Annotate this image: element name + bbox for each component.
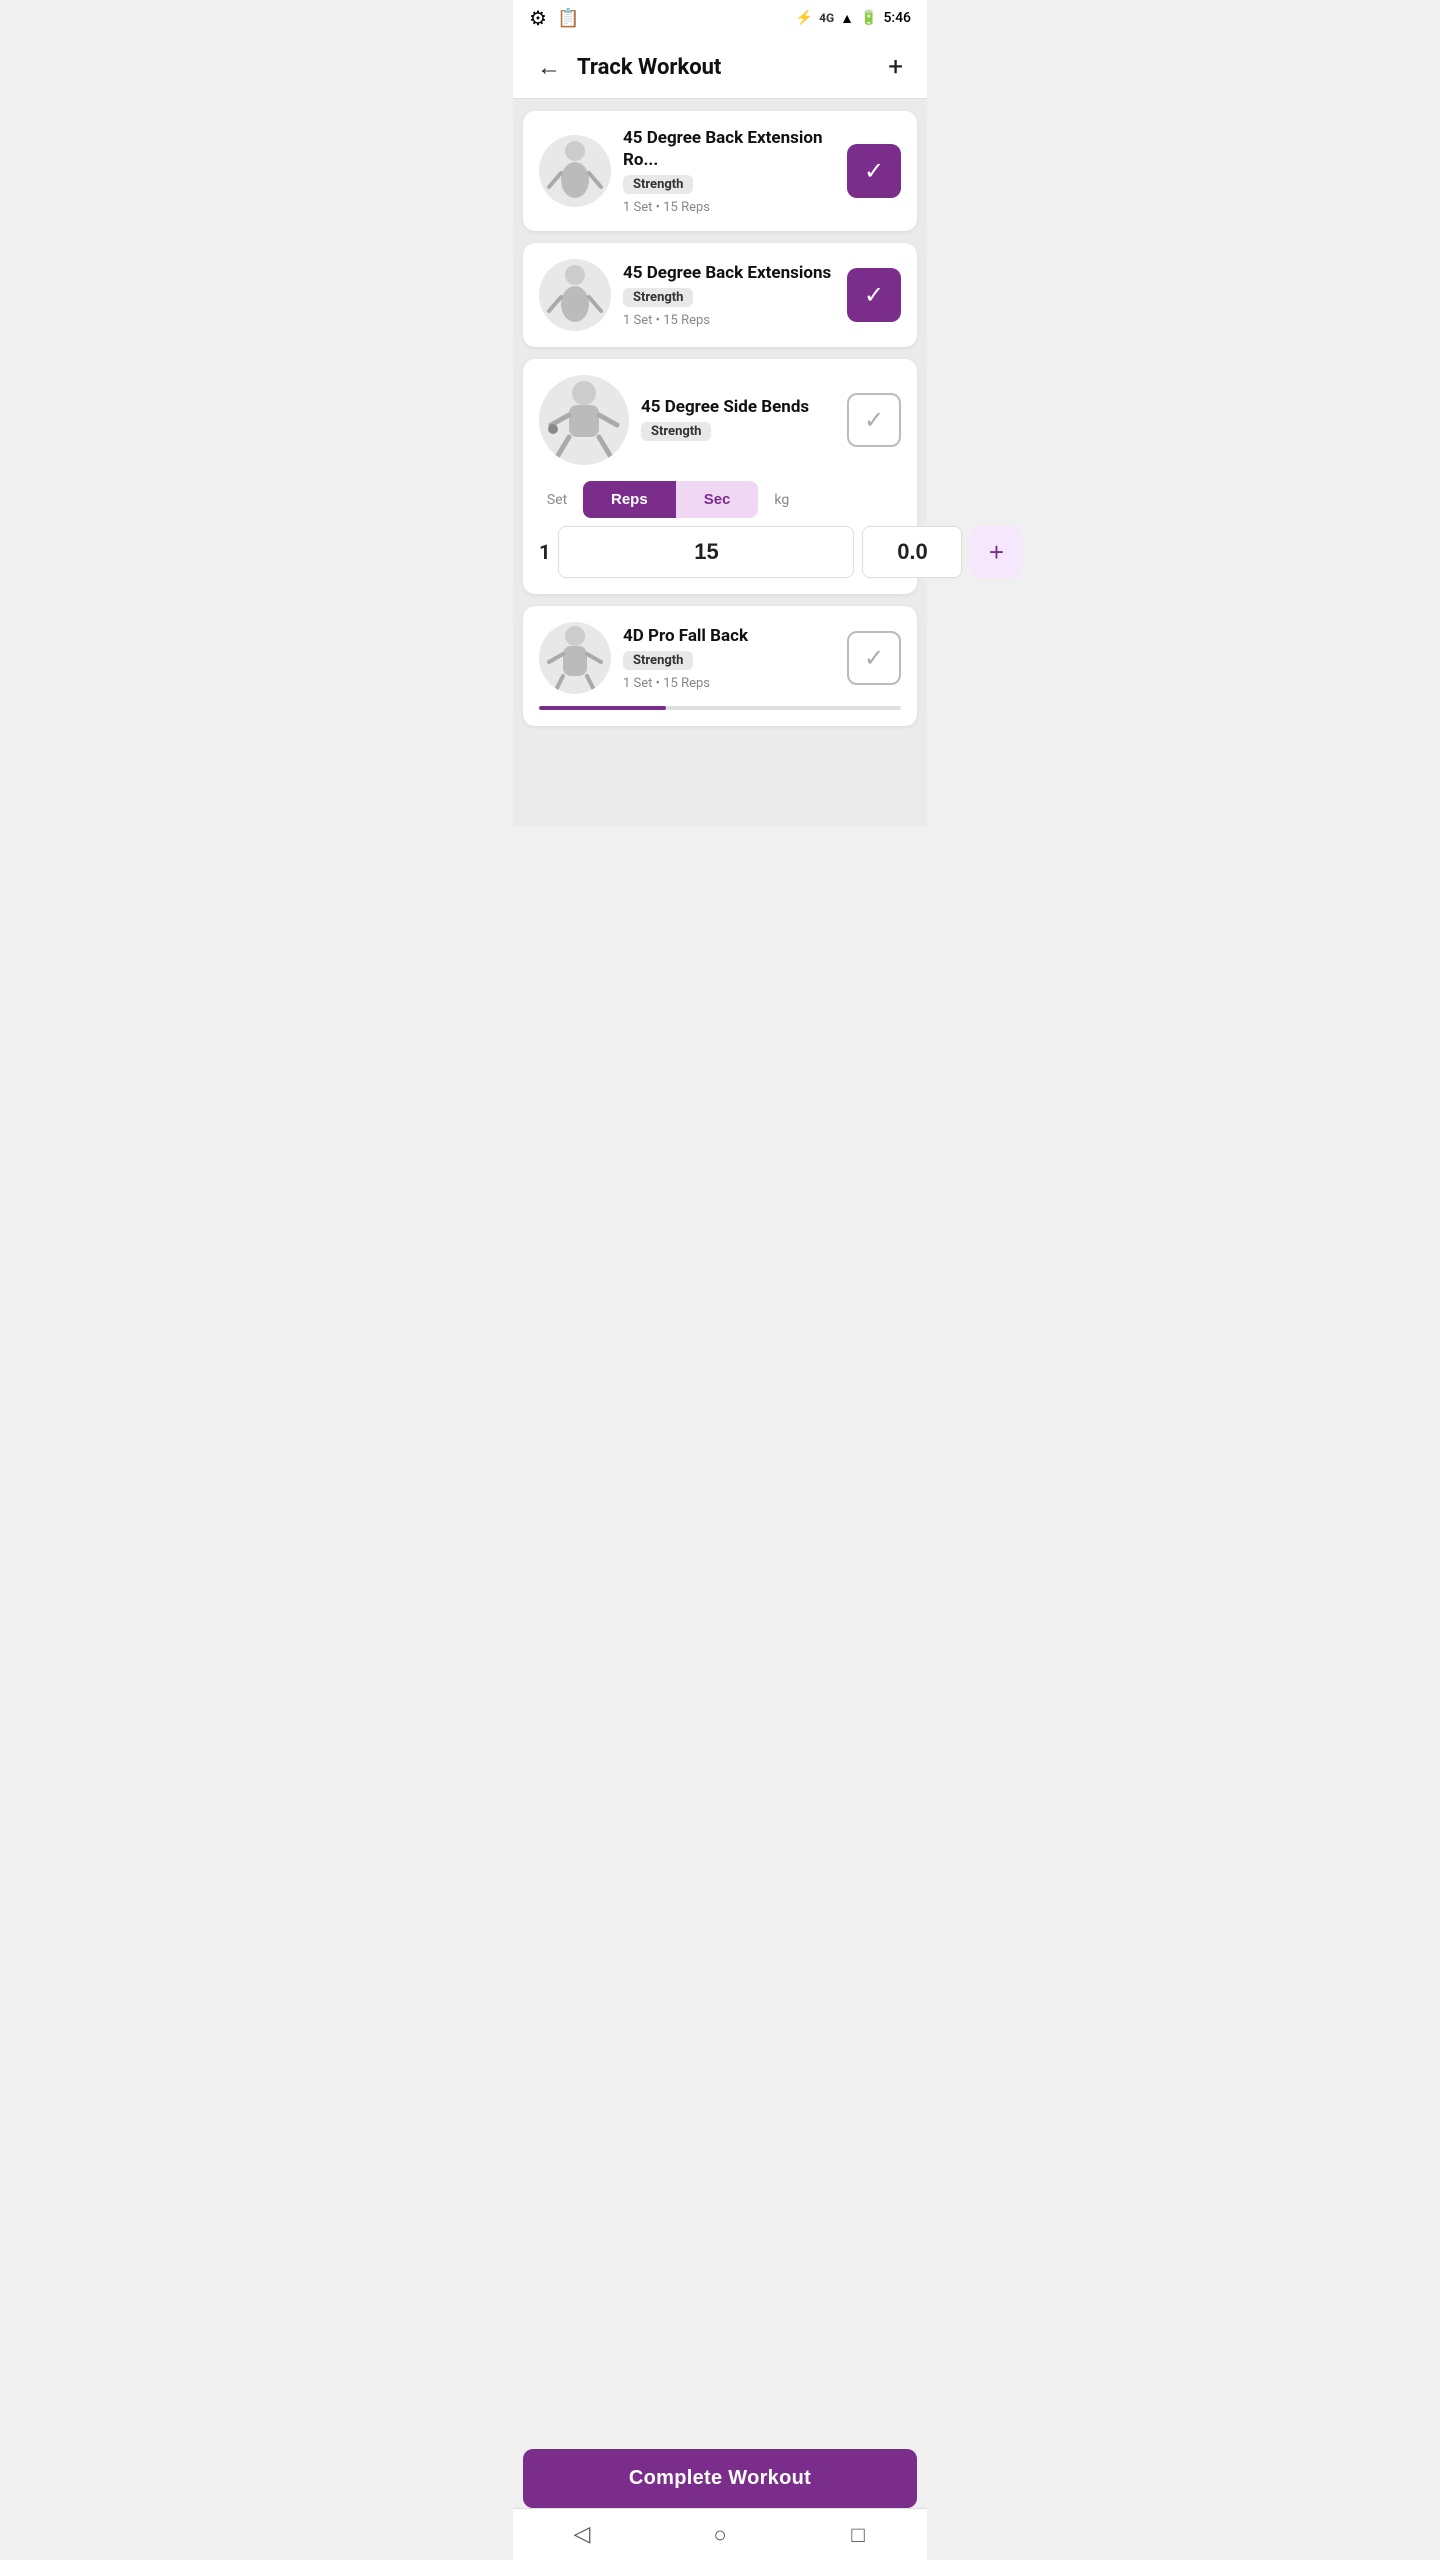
progress-fill: [539, 706, 666, 710]
gear-icon: [529, 6, 547, 30]
tracker-row-data-3: 1 +: [539, 526, 901, 578]
exercise-avatar-3: [539, 375, 629, 465]
exercise-category-2: Strength: [623, 288, 693, 307]
exercise-category-3: Strength: [641, 422, 711, 441]
add-set-button[interactable]: +: [970, 526, 1022, 578]
exercise-meta-4: 1 Set • 15 Reps: [623, 676, 835, 691]
exercise-meta-2: 1 Set • 15 Reps: [623, 313, 835, 328]
exercise-category-4: Strength: [623, 651, 693, 670]
exercise-card-3: 45 Degree Side Bends Strength ✓ Set Reps…: [523, 359, 917, 594]
exercise-figure-1: [539, 135, 611, 207]
exercise-list: 45 Degree Back Extension Ro... Strength …: [513, 99, 927, 826]
complete-workout-button[interactable]: Complete Workout: [523, 2449, 917, 2508]
check-button-3[interactable]: ✓: [847, 393, 901, 447]
card-top-4: 4D Pro Fall Back Strength 1 Set • 15 Rep…: [539, 622, 901, 694]
exercise-name-2: 45 Degree Back Extensions: [623, 262, 835, 284]
reps-toggle[interactable]: Reps: [583, 481, 676, 518]
status-bar-right: ⚡ 4G ▲ 🔋 5:46: [796, 10, 911, 27]
checkmark-icon-2: ✓: [864, 281, 884, 309]
signal-icon: ▲: [840, 10, 854, 27]
kg-label: kg: [774, 492, 789, 508]
check-button-4[interactable]: ✓: [847, 631, 901, 685]
exercise-meta-1: 1 Set • 15 Reps: [623, 200, 835, 215]
exercise-figure-2: [539, 259, 611, 331]
card-info-2: 45 Degree Back Extensions Strength 1 Set…: [623, 262, 835, 328]
signal-label: 4G: [819, 11, 834, 25]
toggle-group: Reps Sec: [583, 481, 758, 518]
nav-home-button[interactable]: ○: [700, 2515, 740, 2555]
bottom-bar: Complete Workout: [513, 2449, 927, 2508]
check-button-1[interactable]: ✓: [847, 144, 901, 198]
checkmark-icon-1: ✓: [864, 157, 884, 185]
card-info-3: 45 Degree Side Bends Strength: [641, 396, 835, 445]
header: ← Track Workout +: [513, 36, 927, 99]
add-button[interactable]: +: [880, 48, 911, 86]
exercise-card-4: 4D Pro Fall Back Strength 1 Set • 15 Rep…: [523, 606, 917, 726]
tracker-header-3: Set Reps Sec kg: [539, 481, 901, 518]
exercise-avatar-4: [539, 622, 611, 694]
time-label: 5:46: [883, 10, 911, 26]
back-button[interactable]: ←: [529, 49, 569, 86]
exercise-name-4: 4D Pro Fall Back: [623, 625, 835, 647]
set-number-1: 1: [539, 540, 550, 564]
checkmark-icon-4: ✓: [864, 644, 884, 672]
exercise-avatar-1: [539, 135, 611, 207]
nav-recent-button[interactable]: □: [838, 2515, 878, 2555]
checkmark-icon-3: ✓: [864, 406, 884, 434]
card-info-4: 4D Pro Fall Back Strength 1 Set • 15 Rep…: [623, 625, 835, 691]
exercise-figure-4: [539, 622, 611, 694]
card-top-2: 45 Degree Back Extensions Strength 1 Set…: [539, 259, 901, 331]
check-button-2[interactable]: ✓: [847, 268, 901, 322]
exercise-figure-3: [539, 375, 629, 465]
sec-toggle[interactable]: Sec: [676, 481, 759, 518]
battery-icon: 🔋: [860, 10, 877, 26]
page-title: Track Workout: [577, 55, 880, 80]
reps-input[interactable]: [558, 526, 854, 578]
card-top-1: 45 Degree Back Extension Ro... Strength …: [539, 127, 901, 215]
nav-bar: ◁ ○ □: [513, 2508, 927, 2560]
status-bar: ⚡ 4G ▲ 🔋 5:46: [513, 0, 927, 36]
exercise-category-1: Strength: [623, 175, 693, 194]
kg-input[interactable]: [862, 526, 962, 578]
exercise-avatar-2: [539, 259, 611, 331]
card-top-3: 45 Degree Side Bends Strength ✓: [539, 375, 901, 465]
exercise-name-3: 45 Degree Side Bends: [641, 396, 835, 418]
exercise-card-1: 45 Degree Back Extension Ro... Strength …: [523, 111, 917, 231]
exercise-name-1: 45 Degree Back Extension Ro...: [623, 127, 835, 171]
nav-back-button[interactable]: ◁: [562, 2515, 602, 2555]
progress-indicator: [539, 706, 901, 710]
clipboard-icon: [557, 8, 579, 29]
bluetooth-icon: ⚡: [796, 10, 813, 26]
exercise-card-2: 45 Degree Back Extensions Strength 1 Set…: [523, 243, 917, 347]
status-bar-left: [529, 6, 579, 30]
set-label: Set: [539, 492, 575, 508]
card-info-1: 45 Degree Back Extension Ro... Strength …: [623, 127, 835, 215]
